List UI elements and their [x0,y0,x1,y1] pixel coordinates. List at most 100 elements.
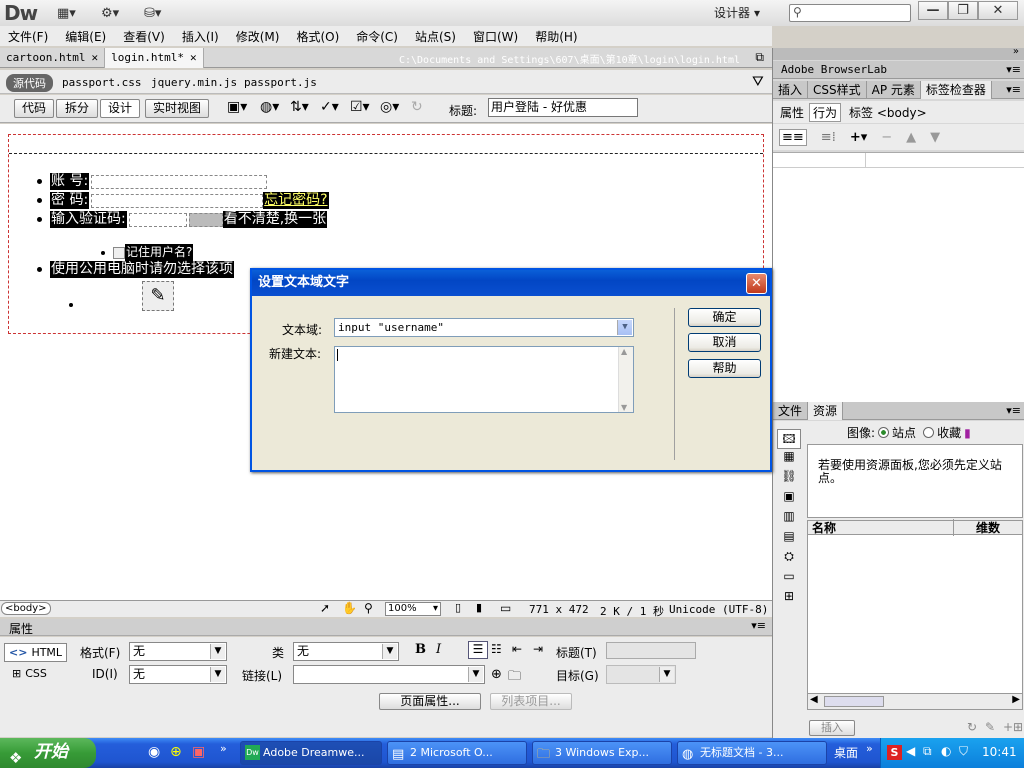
site-radio[interactable] [878,427,890,438]
mobile-size-icon[interactable]: ▯ [455,601,461,614]
add-behavior-icon[interactable]: +▾ [850,130,867,145]
class-select[interactable]: 无 ▼ [293,642,399,661]
site-icon[interactable]: ⛁▾ [144,5,161,21]
close-icon[interactable]: ✕ [91,51,98,64]
tag-selector-body[interactable]: <body> [1,602,51,615]
show-all-events-icon[interactable]: ≡⁞ [821,130,836,145]
restore-button[interactable]: ❐ [948,1,978,20]
captcha-image[interactable] [188,212,223,227]
point-to-file-icon[interactable]: ⊕ [491,667,502,682]
panel-collapse-bar[interactable]: » [773,46,1024,60]
captcha-field[interactable] [128,212,187,227]
menu-edit[interactable]: 编辑(E) [57,28,115,45]
css-mode-button[interactable]: ⊞ CSS [12,667,47,680]
menu-help[interactable]: 帮助(H) [527,28,586,45]
link-input[interactable]: ▼ [293,665,485,684]
tray-back-icon[interactable]: ◀ [906,744,915,758]
forgot-password-link[interactable]: 忘记密码? [263,192,329,209]
movies-category-icon[interactable]: ▤ [777,529,801,549]
add-favorite-icon[interactable]: +⊞ [1003,720,1023,734]
task-dreamweaver[interactable]: Dw Adobe Dreamwe... [240,741,382,765]
collapse-icon[interactable]: » [1013,46,1019,57]
desktop-size-icon[interactable]: ▭ [500,601,511,615]
task-explorer[interactable]: 🗀 3 Windows Exp... [532,741,672,765]
visual-aids-icon[interactable]: ◎▾ [380,99,399,115]
scripts-category-icon[interactable]: ⛭ [777,549,801,569]
tab-ap-elements[interactable]: AP 元素 [867,80,921,99]
panel-menu-icon[interactable]: ▾≡ [1006,83,1021,96]
ie-quicklaunch-icon[interactable]: ⊕ [170,744,182,760]
scroll-down-icon[interactable]: ▼ [621,403,627,412]
security-icon[interactable]: ⛉ [959,744,968,759]
task-word[interactable]: ▤ 2 Microsoft O... [387,741,527,765]
italic-button[interactable]: I [436,642,441,657]
outdent-icon[interactable]: ⇤ [512,642,522,656]
preview-browser-icon[interactable]: ◍▾ [260,99,279,115]
col-name[interactable]: 名称 [808,519,954,536]
menu-site[interactable]: 站点(S) [407,28,465,45]
pointer-tool-icon[interactable]: ➚ [320,601,330,615]
format-select[interactable]: 无 ▼ [129,642,227,661]
help-button[interactable]: 帮助 [688,359,761,378]
design-view-button[interactable]: 设计 [100,99,140,118]
scroll-left-icon[interactable]: ◀ [810,694,818,705]
target-select[interactable]: ▼ [606,665,676,684]
refresh-icon[interactable]: ↻ [411,99,423,115]
scroll-up-icon[interactable]: ▲ [621,347,627,356]
tab-insert[interactable]: 插入 [773,80,809,99]
multiscreen-icon[interactable]: ▣▾ [227,99,247,115]
help-search-input[interactable]: ⚲ [789,4,911,22]
username-field[interactable] [91,174,268,189]
move-down-icon[interactable]: ▼ [930,130,940,145]
tab-assets[interactable]: 资源 [808,401,844,420]
close-icon[interactable]: ✕ [190,51,197,64]
layout-icon[interactable]: ▦▾ [57,5,76,21]
browserlab-header[interactable]: Adobe BrowserLab ▾≡ [773,61,1024,79]
list-item-button[interactable]: 列表项目... [490,693,572,710]
code-view-button[interactable]: 代码 [14,99,54,118]
cancel-button[interactable]: 取消 [688,333,761,352]
horizontal-scrollbar[interactable]: ◀ ▶ [808,693,1022,709]
urls-category-icon[interactable]: ⛓ [777,469,801,489]
tab-behaviors[interactable]: 行为 [809,102,842,122]
remove-behavior-icon[interactable]: − [881,130,892,145]
tab-attributes[interactable]: 属性 [777,104,807,121]
bold-button[interactable]: B [415,642,426,657]
tab-files[interactable]: 文件 [773,401,809,420]
zoom-select[interactable]: 100% ▾ [385,602,441,616]
favorites-radio[interactable] [923,427,935,438]
textfield-select[interactable]: input "username" ▼ [334,318,634,337]
scroll-right-icon[interactable]: ▶ [1012,694,1020,705]
id-select[interactable]: 无 ▼ [129,665,227,684]
desktop-quicklaunch-icon[interactable]: ◉ [148,744,160,760]
source-code-button[interactable]: 源代码 [6,74,53,92]
properties-header[interactable]: 属性 ▾≡ [0,619,772,636]
desktop-toolbar-label[interactable]: 桌面 [834,744,858,761]
tab-tag-inspector[interactable]: 标签检查器 [920,80,992,99]
browse-folder-icon[interactable]: 🗀 [508,667,521,689]
more-icon[interactable]: » [220,742,227,755]
edit-icon[interactable]: ✎ [985,720,995,734]
clock[interactable]: 10:41 [982,745,1017,759]
dialog-close-button[interactable]: ✕ [746,273,767,294]
menu-view[interactable]: 查看(V) [115,28,174,45]
colors-category-icon[interactable]: ▦ [777,449,801,469]
new-text-textarea[interactable]: ▲ ▼ [334,346,634,413]
bookmark-icon[interactable]: ▮ [964,426,971,440]
behaviors-list[interactable] [773,152,1024,407]
assets-list[interactable]: 名称 维数 ◀ ▶ [807,519,1023,710]
title-prop-input[interactable] [606,642,696,659]
related-file-passport-js[interactable]: passport.js [244,76,317,89]
tablet-size-icon[interactable]: ▮ [476,601,482,614]
related-file-jquery[interactable]: jquery.min.js [151,76,237,89]
filter-icon[interactable]: ⛛ [752,74,764,90]
shockwave-category-icon[interactable]: ▥ [777,509,801,529]
related-file-passport-css[interactable]: passport.css [62,76,141,89]
more-icon[interactable]: » [866,742,873,755]
flash-category-icon[interactable]: ▣ [777,489,801,509]
password-field[interactable] [91,193,264,208]
zoom-tool-icon[interactable]: ⚲ [364,601,373,615]
close-window-button[interactable]: ✕ [978,1,1018,20]
ordered-list-icon[interactable]: ☷ [491,642,502,656]
library-category-icon[interactable]: ⊞ [777,589,801,609]
